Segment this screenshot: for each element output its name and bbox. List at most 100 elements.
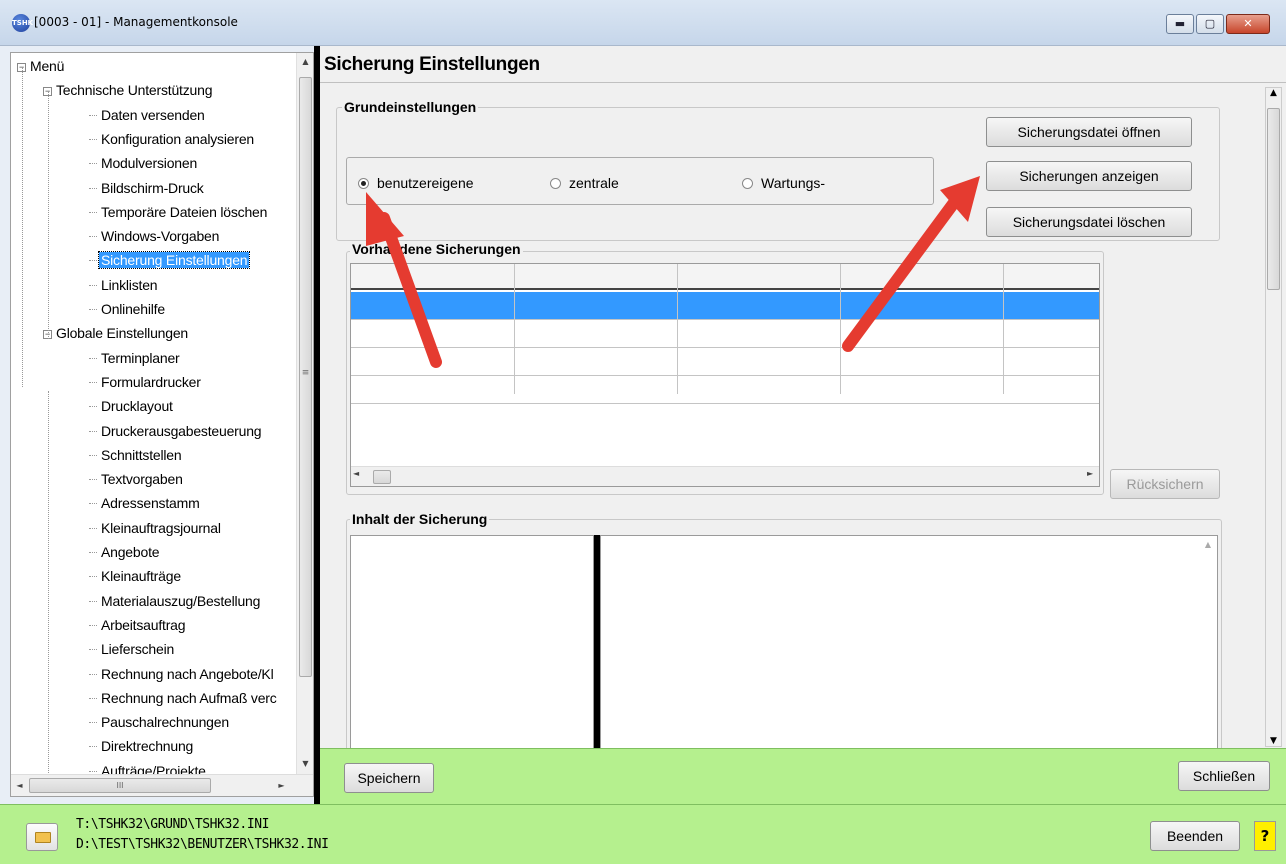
tree-item-label: Drucklayout: [101, 398, 173, 415]
tree-item[interactable]: Textvorgaben: [89, 468, 185, 490]
tree-item-label: Temporäre Dateien löschen: [101, 203, 268, 220]
scroll-left-arrow-icon[interactable]: ◄: [353, 469, 359, 478]
table-horizontal-scrollbar[interactable]: ◄ ►: [351, 466, 1099, 486]
tree-item[interactable]: Kleinauftragsjournal: [89, 517, 223, 539]
tree-vertical-scrollbar[interactable]: ▲ ≡ ▼: [296, 53, 313, 775]
tree-item-label: Sicherung Einstellungen: [97, 251, 251, 270]
close-button[interactable]: Schließen: [1178, 761, 1270, 791]
window-title: [0003 - 01] - Managementkonsole: [34, 15, 238, 29]
tree-item[interactable]: Bildschirm-Druck: [89, 177, 206, 199]
tree-item[interactable]: Rechnung nach Angebote/Kl: [89, 663, 275, 685]
tree-item[interactable]: − Menü: [17, 55, 66, 77]
tree-item[interactable]: Adressenstamm: [89, 492, 202, 514]
tree-item[interactable]: Modulversionen: [89, 152, 199, 174]
table-header: [351, 264, 1099, 290]
tree-item-label: Adressenstamm: [101, 495, 200, 512]
show-backups-button[interactable]: Sicherungen anzeigen: [986, 161, 1192, 191]
tree-item[interactable]: Angebote: [89, 541, 161, 563]
tree-connector: [89, 163, 97, 165]
scroll-up-arrow-icon[interactable]: ▲: [297, 53, 313, 71]
tree-item[interactable]: Terminplaner: [89, 347, 182, 369]
scroll-left-arrow-icon[interactable]: ◄: [11, 777, 28, 795]
tree-item[interactable]: − Technische Unterstützung: [43, 79, 214, 101]
tree-item-label: Windows-Vorgaben: [101, 228, 220, 245]
minimize-button[interactable]: ▬: [1166, 14, 1194, 34]
open-folder-button[interactable]: [26, 823, 58, 851]
table-row[interactable]: [351, 348, 1099, 376]
radio-zentrale[interactable]: zentrale: [550, 175, 619, 191]
table-row[interactable]: [351, 376, 1099, 404]
tree-item[interactable]: Drucklayout: [89, 395, 175, 417]
tree-item[interactable]: Aufträge/Projekte: [89, 760, 208, 775]
tree-horizontal-scrollbar[interactable]: ◄ III ►: [11, 774, 313, 796]
tree-item[interactable]: Sicherung Einstellungen: [89, 249, 251, 271]
tree-item[interactable]: Kleinaufträge: [89, 565, 183, 587]
tree-item[interactable]: Linklisten: [89, 274, 159, 296]
tree-item-label: Rechnung nach Angebote/Kl: [101, 665, 274, 682]
table-column-divider: [514, 264, 515, 394]
radio-wartungs[interactable]: Wartungs-: [742, 175, 825, 191]
window-titlebar: TSHK [0003 - 01] - Managementkonsole ▬ ▢…: [0, 0, 1286, 46]
tree-item-label: Technische Unterstützung: [56, 82, 213, 99]
tree-item[interactable]: Arbeitsauftrag: [89, 614, 187, 636]
table-row-selected[interactable]: [351, 292, 1099, 320]
tree-connector: [89, 722, 97, 724]
save-button[interactable]: Speichern: [344, 763, 434, 793]
tree-connector-line: [48, 91, 49, 339]
tree-scroll-thumb[interactable]: ≡: [299, 77, 312, 677]
folder-icon: [35, 832, 51, 843]
main-scroll-thumb[interactable]: [1267, 108, 1280, 290]
radio-label: benutzereigene: [377, 175, 474, 191]
restore-button[interactable]: Rücksichern: [1110, 469, 1220, 499]
tree-item[interactable]: Schnittstellen: [89, 444, 183, 466]
tree-item-label: Kleinaufträge: [101, 568, 181, 585]
scroll-right-arrow-icon[interactable]: ►: [1087, 469, 1093, 478]
navigation-tree: − Menü − Technische Unterstützung Daten vers…: [10, 52, 314, 797]
tree-connector: [89, 600, 97, 602]
tree-item[interactable]: Rechnung nach Aufmaß verc: [89, 687, 279, 709]
open-backup-file-button[interactable]: Sicherungsdatei öffnen: [986, 117, 1192, 147]
grundeinstellungen-label: Grundeinstellungen: [342, 99, 479, 115]
table-column-divider: [840, 264, 841, 394]
tree-item[interactable]: Formulardrucker: [89, 371, 203, 393]
tree-connector-line: [22, 67, 23, 387]
tree-item-label: Materialauszug/Bestellung: [101, 592, 261, 609]
tree-item[interactable]: Temporäre Dateien löschen: [89, 201, 269, 223]
scroll-down-arrow-icon[interactable]: ▼: [1266, 736, 1281, 746]
delete-backup-file-button[interactable]: Sicherungsdatei löschen: [986, 207, 1192, 237]
tree-item[interactable]: Materialauszug/Bestellung: [89, 590, 262, 612]
tree-hscroll-thumb[interactable]: III: [29, 778, 211, 793]
tree-connector: [89, 430, 97, 432]
help-button[interactable]: ?: [1254, 821, 1276, 851]
close-window-button[interactable]: ✕: [1226, 14, 1270, 34]
quit-button[interactable]: Beenden: [1150, 821, 1240, 851]
tree-item[interactable]: Pauschalrechnungen: [89, 711, 231, 733]
tree-item[interactable]: − Globale Einstellungen: [43, 322, 190, 344]
backup-content-details[interactable]: ▲: [600, 535, 1218, 749]
tree-item[interactable]: Direktrechnung: [89, 735, 195, 757]
tree-item[interactable]: Lieferschein: [89, 638, 176, 660]
scroll-up-arrow-icon[interactable]: ▲: [1266, 88, 1281, 98]
tree-connector: [89, 357, 97, 359]
scroll-down-arrow-icon[interactable]: ▼: [297, 755, 313, 773]
settings-scroll-area: Grundeinstellungen benutzereigene zentra…: [320, 82, 1286, 751]
table-row[interactable]: [351, 320, 1099, 348]
scroll-up-arrow-icon: ▲: [1204, 540, 1211, 549]
radio-label: zentrale: [569, 175, 619, 191]
radio-label: Wartungs-: [761, 175, 826, 191]
tree-item[interactable]: Druckerausgabesteuerung: [89, 420, 263, 442]
tree-item[interactable]: Konfiguration analysieren: [89, 128, 256, 150]
tree-item[interactable]: Onlinehilfe: [89, 298, 167, 320]
tree-item-label: Rechnung nach Aufmaß verc: [101, 689, 277, 706]
scroll-right-arrow-icon[interactable]: ►: [273, 777, 290, 795]
tree-content: − Menü − Technische Unterstützung Daten vers…: [11, 53, 296, 775]
radio-benutzereigene[interactable]: benutzereigene: [358, 175, 474, 191]
table-hscroll-thumb[interactable]: [373, 470, 391, 484]
main-vertical-scrollbar[interactable]: ▲ ▼: [1265, 87, 1282, 747]
tree-item[interactable]: Windows-Vorgaben: [89, 225, 221, 247]
backup-content-list[interactable]: [350, 535, 594, 749]
tree-item[interactable]: Daten versenden: [89, 104, 207, 126]
tree-connector: [89, 406, 97, 408]
maximize-button[interactable]: ▢: [1196, 14, 1224, 34]
tree-item-label: Onlinehilfe: [101, 301, 165, 317]
